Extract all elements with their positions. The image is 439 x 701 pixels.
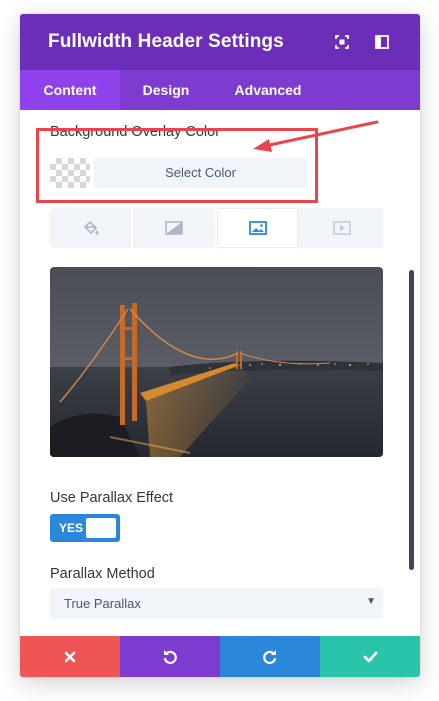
- settings-modal: Fullwidth Header Settings Content Design…: [20, 14, 420, 677]
- tab-advanced[interactable]: Advanced: [216, 70, 320, 110]
- parallax-toggle[interactable]: YES: [50, 514, 120, 542]
- background-image-preview[interactable]: [50, 267, 383, 457]
- modal-footer: [20, 636, 420, 677]
- parallax-method-value: True Parallax: [64, 596, 141, 611]
- settings-content: Background Overlay Color Select Color Us…: [20, 110, 420, 636]
- gradient-icon[interactable]: [133, 208, 217, 248]
- background-type-tabs: [50, 208, 383, 248]
- redo-icon: [263, 649, 277, 664]
- redo-button[interactable]: [220, 636, 320, 677]
- tab-content[interactable]: Content: [20, 70, 120, 110]
- chevron-down-icon: ▼: [366, 596, 376, 607]
- close-icon: [64, 651, 76, 662]
- video-icon[interactable]: [300, 208, 383, 248]
- image-icon[interactable]: [217, 208, 298, 248]
- tab-design[interactable]: Design: [120, 70, 212, 110]
- expand-icon[interactable]: [333, 33, 351, 51]
- scrollbar[interactable]: [409, 270, 414, 570]
- sidebar-layout-icon[interactable]: [373, 33, 391, 51]
- paint-bucket-icon[interactable]: [50, 208, 133, 248]
- discard-button[interactable]: [20, 636, 120, 677]
- undo-button[interactable]: [120, 636, 220, 677]
- undo-icon: [163, 649, 177, 664]
- parallax-label: Use Parallax Effect: [50, 490, 174, 506]
- modal-header: Fullwidth Header Settings: [20, 14, 420, 70]
- save-button[interactable]: [320, 636, 420, 677]
- modal-title: Fullwidth Header Settings: [48, 31, 284, 52]
- parallax-method-label: Parallax Method: [50, 566, 155, 582]
- toggle-state-label: YES: [59, 521, 84, 535]
- parallax-method-select[interactable]: True Parallax ▼: [50, 588, 383, 619]
- check-icon: [363, 651, 377, 662]
- toggle-knob: [86, 518, 116, 538]
- settings-tabs: Content Design Advanced: [20, 70, 420, 110]
- annotation-arrow: [253, 120, 379, 152]
